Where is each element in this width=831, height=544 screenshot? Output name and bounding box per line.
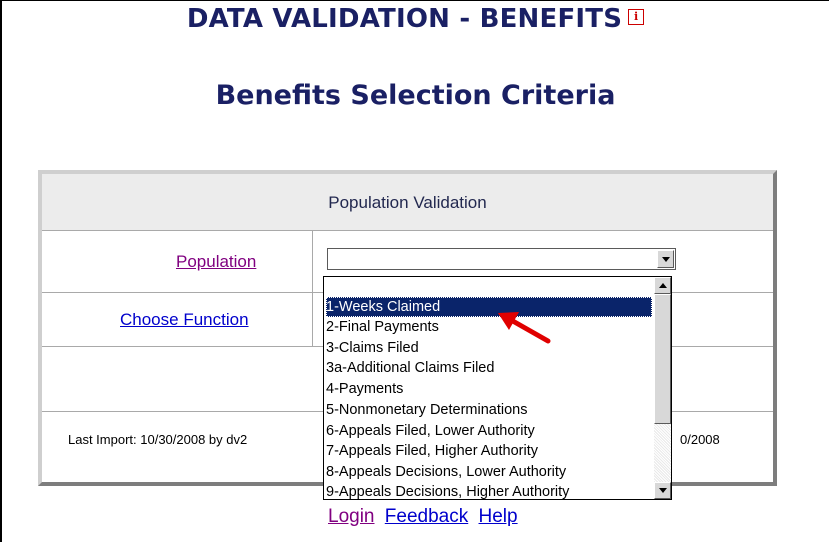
login-link[interactable]: Login — [328, 506, 375, 527]
last-import-text: Last Import: 10/30/2008 by dv2 — [68, 432, 248, 447]
dropdown-option[interactable]: 1-Weeks Claimed — [326, 297, 652, 317]
column-divider — [312, 231, 313, 346]
info-icon[interactable]: i — [628, 8, 645, 25]
feedback-link[interactable]: Feedback — [385, 506, 468, 527]
dropdown-option[interactable]: 7-Appeals Filed, Higher Authority — [326, 441, 652, 461]
dropdown-option[interactable]: 3-Claims Filed — [326, 338, 652, 358]
page-subtitle: Benefits Selection Criteria — [215, 80, 616, 111]
dropdown-option[interactable]: 9-Appeals Decisions, Higher Authority — [326, 482, 652, 499]
dropdown-scrollbar[interactable] — [654, 277, 671, 499]
dropdown-option[interactable]: 6-Appeals Filed, Lower Authority — [326, 421, 652, 441]
population-select[interactable] — [327, 248, 676, 270]
population-link[interactable]: Population — [176, 252, 256, 272]
footer-links: Login Feedback Help — [328, 506, 523, 528]
dropdown-option[interactable]: 2-Final Payments — [326, 317, 652, 337]
chevron-down-icon[interactable] — [657, 250, 674, 268]
date-text: 0/2008 — [680, 432, 720, 447]
dropdown-option[interactable]: 8-Appeals Decisions, Lower Authority — [326, 462, 652, 482]
dropdown-option[interactable]: 5-Nonmonetary Determinations — [326, 400, 652, 420]
scroll-down-icon[interactable] — [654, 482, 671, 499]
page-title-text: DATA VALIDATION - BENEFITS — [186, 4, 623, 34]
panel-header: Population Validation — [42, 174, 773, 231]
help-link[interactable]: Help — [479, 506, 518, 527]
dropdown-option[interactable]: 4-Payments — [326, 379, 652, 399]
dropdown-option[interactable]: 3a-Additional Claims Filed — [326, 358, 652, 378]
scroll-up-icon[interactable] — [654, 277, 671, 294]
choose-function-link[interactable]: Choose Function — [120, 310, 249, 330]
scroll-thumb[interactable] — [654, 294, 671, 424]
pointer-arrow-icon — [498, 312, 551, 344]
page-title: DATA VALIDATION - BENEFITS i — [0, 4, 831, 34]
